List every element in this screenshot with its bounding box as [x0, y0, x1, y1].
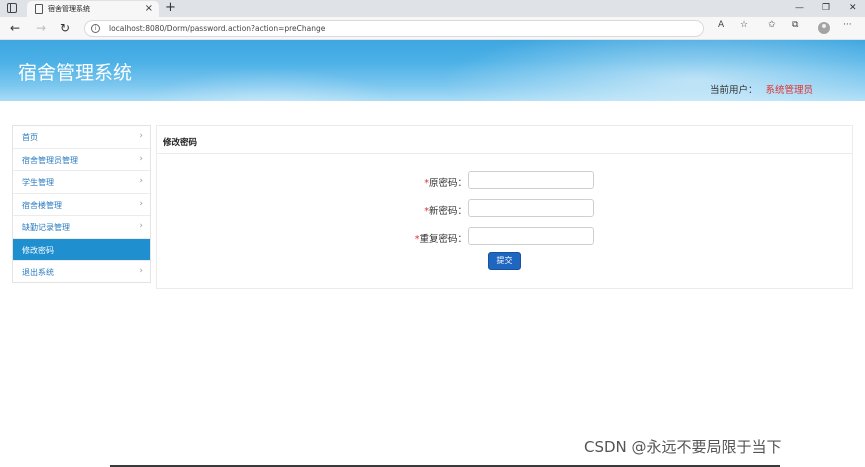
old-password-label: *原密码：: [424, 178, 467, 189]
sidebar-item-label: 宿舍楼管理: [22, 200, 62, 210]
sidebar-item-label: 缺勤记录管理: [22, 223, 70, 232]
site-header: 宿舍管理系统 当前用户： 系统管理员: [0, 40, 865, 101]
current-user: 当前用户： 系统管理员: [710, 82, 813, 96]
close-tab-icon[interactable]: ×: [145, 2, 153, 16]
chevron-right-icon: ›: [139, 198, 143, 209]
page-icon: [35, 4, 43, 14]
tab-title: 宿舍管理系统: [48, 5, 90, 13]
site-info-icon[interactable]: i: [91, 24, 100, 33]
chevron-right-icon: ›: [139, 221, 143, 231]
repeat-password-label: *重复密码：: [414, 234, 467, 245]
minimize-icon[interactable]: —: [795, 0, 804, 16]
favorite-icon[interactable]: ☆: [740, 20, 748, 30]
tab-actions-icon[interactable]: [7, 3, 17, 13]
sidebar-item-dorm-manager[interactable]: 宿舍管理员管理 ›: [13, 149, 150, 171]
old-password-row: *原密码：: [157, 171, 852, 191]
forward-icon[interactable]: →: [36, 20, 46, 36]
sidebar-item-students[interactable]: 学生管理 ›: [13, 171, 150, 194]
new-password-row: *新密码：: [157, 199, 852, 219]
profile-avatar[interactable]: [818, 22, 830, 34]
url-text[interactable]: localhost:8080/Dorm/password.action?acti…: [109, 24, 325, 33]
site-title: 宿舍管理系统: [18, 62, 133, 84]
sidebar-item-home[interactable]: 首页 ›: [13, 126, 150, 149]
favorites-list-icon[interactable]: ✩: [768, 20, 776, 30]
sidebar-item-label: 首页: [22, 133, 38, 142]
watermark: CSDN @永远不要局限于当下: [584, 438, 782, 456]
new-tab-icon[interactable]: +: [165, 0, 176, 16]
chevron-right-icon: ›: [139, 176, 143, 186]
window-close-icon[interactable]: ✕: [849, 0, 857, 16]
repeat-password-row: *重复密码：: [157, 227, 852, 247]
back-icon[interactable]: ←: [10, 20, 20, 36]
page-title: 修改密码: [163, 138, 198, 148]
sidebar-item-label: 退出系统: [22, 268, 54, 277]
sidebar-item-absence-records[interactable]: 缺勤记录管理 ›: [13, 216, 150, 239]
sidebar-item-logout[interactable]: 退出系统 ›: [13, 261, 150, 284]
sidebar-nav: 首页 › 宿舍管理员管理 › 学生管理 › 宿舍楼管理 › 缺勤记录管理 › 修…: [12, 125, 151, 283]
chevron-right-icon: ›: [139, 153, 143, 164]
sidebar-item-label: 学生管理: [22, 178, 54, 187]
reload-icon[interactable]: ↻: [60, 20, 70, 36]
sidebar-item-buildings[interactable]: 宿舍楼管理 ›: [13, 194, 150, 216]
maximize-icon[interactable]: ❐: [822, 0, 830, 16]
panel-header: 修改密码: [157, 126, 852, 154]
current-user-name: 系统管理员: [765, 85, 814, 96]
collections-icon[interactable]: ⧉: [792, 20, 798, 30]
sidebar-item-change-password[interactable]: 修改密码: [13, 238, 150, 261]
current-user-label: 当前用户：: [710, 85, 758, 96]
submit-button[interactable]: 提交: [488, 252, 521, 270]
new-password-label: *新密码：: [424, 206, 467, 217]
change-password-panel: 修改密码 *原密码： *新密码： *重复密码： 提交: [156, 125, 853, 289]
new-password-input[interactable]: [468, 199, 594, 217]
browser-tab[interactable]: 宿舍管理系统 ×: [27, 1, 159, 17]
more-menu-icon[interactable]: ···: [843, 20, 852, 30]
read-aloud-icon[interactable]: A: [718, 20, 724, 30]
old-password-input[interactable]: [468, 171, 594, 189]
browser-toolbar: ← → ↻ i localhost:8080/Dorm/password.act…: [0, 17, 865, 40]
address-bar[interactable]: i localhost:8080/Dorm/password.action?ac…: [84, 20, 704, 37]
chevron-right-icon: ›: [139, 266, 143, 276]
sidebar-item-label: 修改密码: [22, 245, 54, 255]
repeat-password-input[interactable]: [468, 227, 594, 245]
chevron-right-icon: ›: [139, 131, 143, 141]
browser-tab-bar: 宿舍管理系统 × + — ❐ ✕: [0, 0, 865, 17]
sidebar-item-label: 宿舍管理员管理: [22, 155, 78, 165]
